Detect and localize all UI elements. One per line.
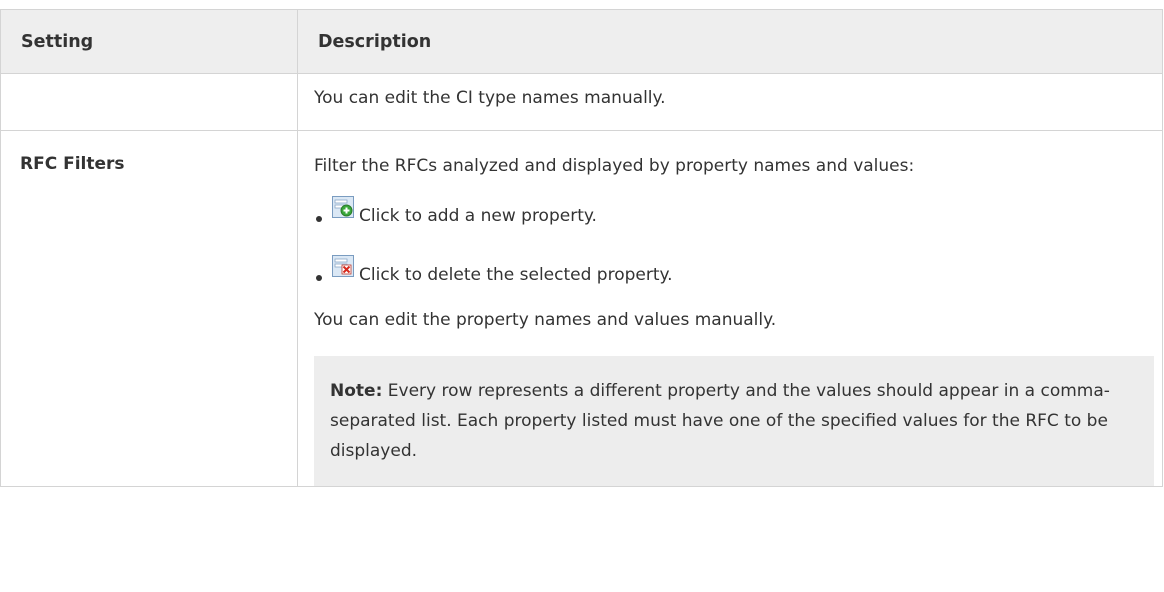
table-header-row: Setting Description	[0, 9, 1163, 74]
setting-cell-empty	[0, 73, 298, 131]
table-row-ci-types: You can edit the CI type names manually.	[0, 73, 1163, 131]
settings-table: Setting Description You can edit the CI …	[0, 9, 1163, 487]
list-item-delete: Click to delete the selected property.	[314, 251, 1154, 287]
bullet-icon	[316, 216, 322, 222]
description-cell: You can edit the CI type names manually.	[297, 73, 1163, 131]
delete-property-icon[interactable]	[332, 255, 354, 277]
bullet-list: Click to add a new property. Click to de…	[314, 192, 1154, 287]
note-box: Note: Every row represents a different p…	[314, 356, 1154, 486]
bullet-icon	[316, 275, 322, 281]
description-cell-rfc-filters: Filter the RFCs analyzed and displayed b…	[297, 130, 1163, 487]
table-row-rfc-filters: RFC Filters Filter the RFCs analyzed and…	[0, 130, 1163, 487]
column-header-setting: Setting	[0, 9, 298, 74]
add-property-icon[interactable]	[332, 196, 354, 218]
column-header-description: Description	[297, 9, 1163, 74]
description-intro: Filter the RFCs analyzed and displayed b…	[314, 156, 915, 176]
setting-cell-rfc-filters: RFC Filters	[0, 130, 298, 487]
note-label: Note:	[330, 381, 383, 401]
list-item-add: Click to add a new property.	[314, 192, 1154, 228]
note-text: Every row represents a different propert…	[330, 381, 1110, 461]
add-property-text: Click to add a new property.	[359, 206, 597, 226]
delete-property-text: Click to delete the selected property.	[359, 265, 673, 285]
description-outro: You can edit the property names and valu…	[314, 310, 777, 330]
